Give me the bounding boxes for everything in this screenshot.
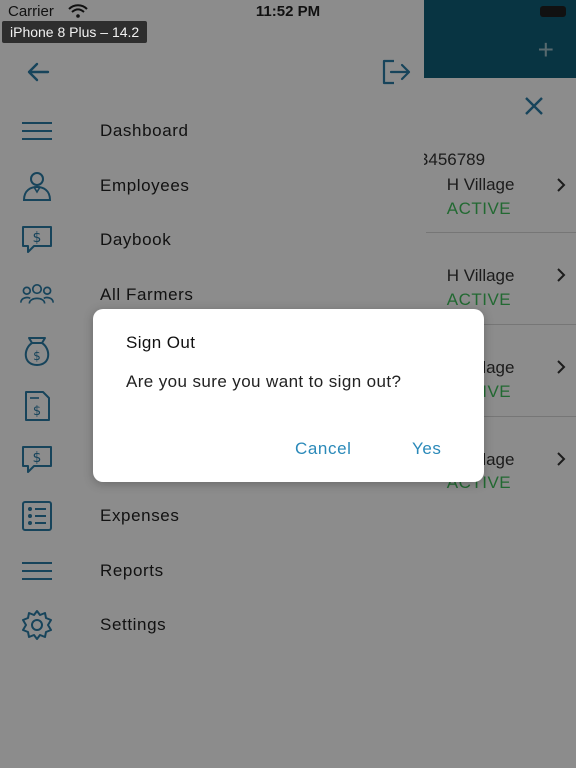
menu-item-label: Employees (100, 176, 190, 195)
menu-item-label: Reports (100, 561, 164, 580)
dollar-document-icon: $ (25, 391, 50, 421)
svg-text:$: $ (33, 349, 41, 363)
employees-icon (22, 172, 52, 201)
battery-icon (540, 6, 566, 17)
svg-text:$: $ (33, 230, 42, 246)
menu-item-settings[interactable]: Settings (0, 598, 424, 652)
gear-icon (22, 610, 52, 640)
money-bag-icon: $ (24, 337, 50, 367)
device-tag: iPhone 8 Plus – 14.2 (2, 21, 148, 43)
cancel-button[interactable]: Cancel (295, 439, 352, 459)
dollar-chat-icon: $ (22, 226, 52, 253)
dollar-chat-icon: $ (22, 446, 52, 473)
list-icon (22, 501, 52, 531)
back-arrow-icon[interactable] (24, 58, 52, 86)
dialog-message: Are you sure you want to sign out? (126, 372, 402, 391)
menu-item-dashboard[interactable]: Dashboard (0, 104, 424, 158)
menu-item-expenses[interactable]: Expenses (0, 489, 424, 543)
menu-lines-icon (22, 562, 52, 580)
menu-item-daybook[interactable]: $ Daybook (0, 213, 424, 267)
menu-item-label: All Farmers (100, 285, 194, 304)
svg-text:$: $ (33, 450, 42, 466)
confirm-sign-out-button[interactable]: Yes (412, 439, 442, 459)
menu-item-employees[interactable]: Employees (0, 159, 424, 213)
menu-item-reports[interactable]: Reports (0, 544, 424, 598)
group-icon (20, 283, 54, 304)
dialog-title: Sign Out (126, 333, 196, 352)
svg-text:$: $ (33, 404, 41, 419)
menu-item-label: Expenses (100, 506, 180, 525)
menu-item-label: Daybook (100, 230, 172, 249)
sign-out-icon[interactable] (380, 58, 412, 86)
sign-out-dialog: Sign Out Are you sure you want to sign o… (93, 309, 484, 482)
menu-item-label: Dashboard (100, 121, 189, 140)
menu-lines-icon (22, 122, 52, 140)
clock: 11:52 PM (255, 3, 321, 20)
menu-item-label: Settings (100, 615, 167, 634)
